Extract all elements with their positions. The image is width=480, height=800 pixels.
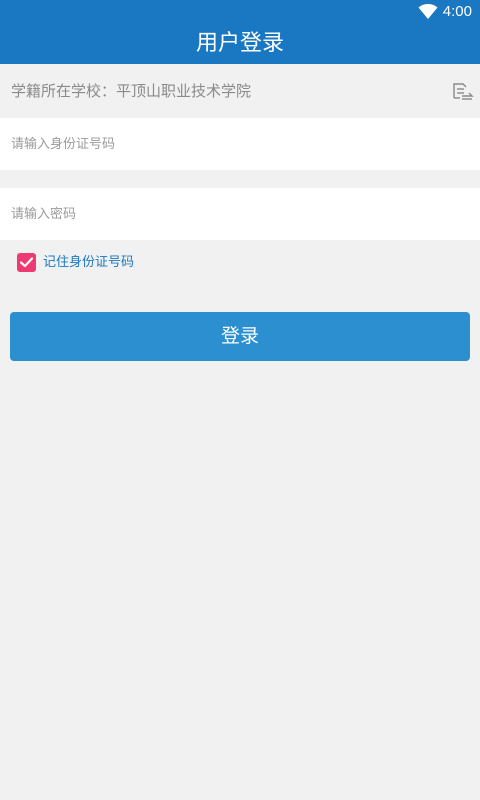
page-title: 用户登录 <box>195 31 284 56</box>
school-row: 学籍所在学校：平顶山职业技术学院 <box>0 64 480 118</box>
remember-checkbox[interactable] <box>17 253 36 272</box>
school-text: 学籍所在学校：平顶山职业技术学院 <box>11 82 252 100</box>
status-bar: 4:00 <box>0 0 480 24</box>
id-number-field[interactable] <box>0 118 480 170</box>
id-number-input[interactable] <box>11 118 471 170</box>
remember-label[interactable]: 记住身份证号码 <box>43 253 134 273</box>
login-button[interactable]: 登录 <box>10 312 470 361</box>
password-input[interactable] <box>11 188 471 240</box>
header: 用户登录 <box>0 24 480 64</box>
status-time: 4:00 <box>442 3 472 20</box>
switch-school-icon[interactable] <box>452 81 474 101</box>
checkmark-icon <box>20 257 33 268</box>
password-field[interactable] <box>0 188 480 240</box>
wifi-icon <box>418 4 438 19</box>
